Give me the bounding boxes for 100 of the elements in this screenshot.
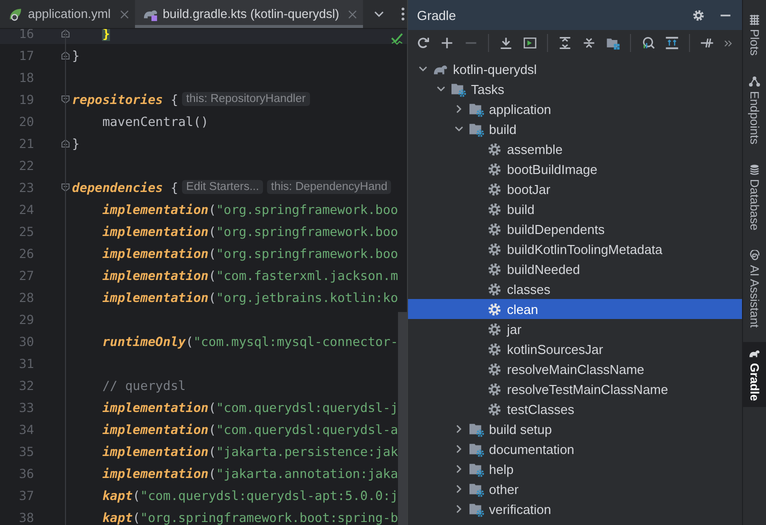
- tree-item[interactable]: classes: [408, 279, 742, 299]
- gear-icon: [487, 402, 502, 416]
- tree-item[interactable]: resolveTestMainClassName: [408, 379, 742, 399]
- tool-window-tab[interactable]: Gradle: [743, 342, 766, 408]
- editor-tab[interactable]: build.gradle.kts (kotlin-querydsl): [134, 0, 364, 28]
- folder-gear-icon: [469, 102, 484, 116]
- line-number: 29: [18, 312, 35, 326]
- tree-item[interactable]: testClasses: [408, 399, 742, 419]
- chevron-right-icon[interactable]: [454, 504, 464, 514]
- tree-item[interactable]: bootJar: [408, 179, 742, 199]
- leaf-icon: [8, 6, 23, 22]
- tool-window-tab[interactable]: AI Assistant: [743, 244, 766, 334]
- chevron-right-icon[interactable]: [454, 444, 464, 454]
- more-icon[interactable]: [401, 7, 406, 21]
- panel-title: Gradle: [417, 8, 458, 22]
- add-icon[interactable]: [440, 36, 454, 50]
- code-line: }: [72, 48, 80, 62]
- close-icon[interactable]: [120, 10, 129, 18]
- line-number: 36: [18, 466, 35, 480]
- tree-item[interactable]: build setup: [408, 419, 742, 439]
- tree-item[interactable]: build: [408, 119, 742, 139]
- gear-icon: [487, 142, 502, 156]
- tree-item[interactable]: assemble: [408, 139, 742, 159]
- tree-item[interactable]: help: [408, 459, 742, 479]
- line-number: 38: [18, 510, 35, 524]
- line-number: 22: [18, 158, 35, 172]
- line-number: 27: [18, 268, 35, 282]
- gear-icon: [487, 322, 502, 336]
- fold-icon[interactable]: [60, 28, 70, 38]
- folder-gear-icon: [469, 462, 484, 476]
- tool-window-tab[interactable]: Endpoints: [743, 70, 766, 150]
- code-line: repositories {: [72, 92, 178, 106]
- run-icon[interactable]: [523, 36, 537, 50]
- tree-item[interactable]: clean: [408, 299, 742, 319]
- folder-gear-icon: [469, 502, 484, 516]
- code-line: implementation("org.jetbrains.kotlin:ko: [101, 290, 398, 304]
- code-line: dependencies {: [72, 180, 178, 194]
- download-icon[interactable]: [499, 36, 513, 50]
- chevron-right-icon[interactable]: [454, 484, 464, 494]
- tree-item[interactable]: build: [408, 199, 742, 219]
- line-number: 34: [18, 422, 35, 436]
- line-number: 19: [18, 92, 35, 106]
- chevron-right-icon[interactable]: [454, 424, 464, 434]
- fold-icon[interactable]: [60, 50, 70, 60]
- tree-item[interactable]: jar: [408, 319, 742, 339]
- tree-item[interactable]: buildDependents: [408, 219, 742, 239]
- check-icon[interactable]: [391, 33, 403, 45]
- tool-window-tab[interactable]: Plots: [743, 8, 766, 62]
- inlay-hint: this: RepositoryHandler: [182, 92, 310, 106]
- scrollbar[interactable]: [398, 312, 407, 525]
- line-number: 31: [18, 356, 35, 370]
- tree-item[interactable]: Tasks: [408, 79, 742, 99]
- analyze-icon[interactable]: [641, 36, 655, 50]
- overflow-icon[interactable]: [724, 38, 733, 48]
- code-line: // querydsl: [101, 378, 186, 392]
- code-line: runtimeOnly("com.mysql:mysql-connector-: [101, 334, 398, 348]
- folder-gear-icon: [469, 422, 484, 436]
- gear-icon: [487, 302, 502, 316]
- line-number: 26: [18, 246, 35, 260]
- code-line: implementation("org.springframework.boo: [101, 224, 398, 238]
- tree-item[interactable]: buildNeeded: [408, 259, 742, 279]
- gear-icon: [487, 342, 502, 356]
- tree-item[interactable]: other: [408, 479, 742, 499]
- line-number: 30: [18, 334, 35, 348]
- tree-item[interactable]: kotlinSourcesJar: [408, 339, 742, 359]
- chevron-down-icon[interactable]: [436, 84, 446, 94]
- code-line: }: [72, 136, 80, 150]
- tree-item[interactable]: resolveMainClassName: [408, 359, 742, 379]
- code-line: implementation("com.querydsl:querydsl-j: [101, 400, 398, 414]
- toggle-icon[interactable]: [700, 36, 714, 50]
- chevron-right-icon[interactable]: [454, 104, 464, 114]
- folder-gear-icon: [469, 442, 484, 456]
- refresh-icon[interactable]: [416, 36, 430, 50]
- fold-icon[interactable]: [60, 138, 70, 148]
- chevron-right-icon[interactable]: [454, 464, 464, 474]
- line-number: 24: [18, 202, 35, 216]
- folder-grid-icon[interactable]: [606, 36, 620, 50]
- fold-icon[interactable]: [60, 94, 70, 104]
- tree-item[interactable]: buildKotlinToolingMetadata: [408, 239, 742, 259]
- gear-icon: [487, 182, 502, 196]
- nodes-icon: [749, 76, 760, 87]
- line-number: 35: [18, 444, 35, 458]
- tree-item[interactable]: bootBuildImage: [408, 159, 742, 179]
- offline-icon[interactable]: [665, 36, 679, 50]
- expand-all-icon[interactable]: [558, 36, 572, 50]
- code-line: kapt("com.querydsl:querydsl-apt:5.0.0:j: [101, 488, 398, 502]
- collapse-all-icon[interactable]: [582, 36, 596, 50]
- settings-icon[interactable]: [692, 8, 705, 22]
- tree-item[interactable]: verification: [408, 499, 742, 519]
- chevron-down-icon[interactable]: [418, 64, 428, 74]
- fold-icon[interactable]: [60, 182, 70, 192]
- tree-item[interactable]: kotlin-querydsl: [408, 59, 742, 79]
- tree-item[interactable]: application: [408, 99, 742, 119]
- editor-tab[interactable]: application.yml: [0, 0, 135, 28]
- close-icon[interactable]: [348, 10, 358, 18]
- chevron-down-icon[interactable]: [454, 124, 464, 134]
- tool-window-tab[interactable]: Database: [743, 158, 766, 236]
- line-number: 28: [18, 290, 35, 304]
- tree-item[interactable]: documentation: [408, 439, 742, 459]
- line-number: 20: [18, 114, 35, 128]
